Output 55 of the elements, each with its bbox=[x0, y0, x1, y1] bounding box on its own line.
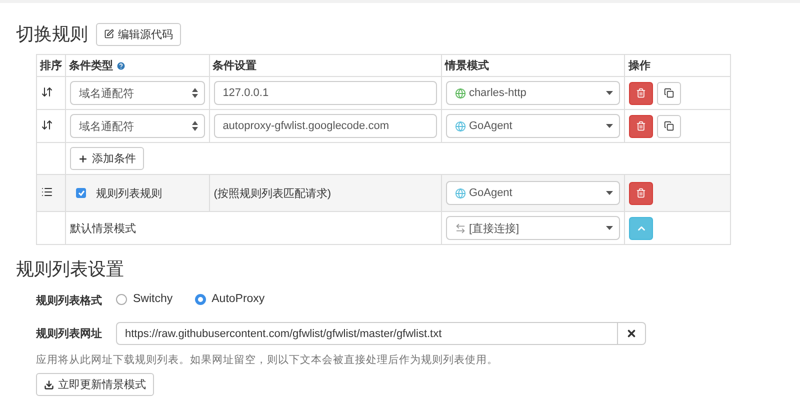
column-header: 操作 bbox=[624, 54, 730, 76]
clear-button[interactable] bbox=[618, 322, 646, 345]
radio-option[interactable]: Switchy bbox=[116, 293, 173, 306]
rule-list-label: 规则列表规则 bbox=[96, 186, 162, 200]
section-title: 规则列表设置 bbox=[16, 258, 124, 281]
radio-button[interactable] bbox=[116, 294, 127, 305]
trash-icon bbox=[636, 88, 646, 98]
field-label: 规则列表网址 bbox=[36, 326, 102, 341]
profile-select[interactable]: [直接连接] bbox=[446, 216, 620, 240]
edit-icon bbox=[104, 29, 114, 39]
delete-button[interactable] bbox=[629, 114, 654, 138]
add-condition-button[interactable]: 添加条件 bbox=[70, 147, 144, 170]
condition-input[interactable]: 127.0.0.1 bbox=[214, 81, 437, 105]
column-header: 排序 bbox=[36, 54, 66, 76]
caret-icon bbox=[606, 226, 614, 230]
caret-icon bbox=[606, 91, 614, 95]
trash-icon bbox=[636, 188, 646, 198]
profile-select[interactable]: charles-http bbox=[446, 81, 620, 105]
column-header: 条件类型 bbox=[66, 54, 210, 76]
sort-handle-icon[interactable] bbox=[41, 86, 53, 98]
duplicate-button[interactable] bbox=[657, 114, 682, 138]
condition-type-select[interactable]: 域名通配符 bbox=[70, 81, 205, 105]
sort-handle-icon[interactable] bbox=[41, 118, 53, 130]
condition-input[interactable]: autoproxy-gfwlist.googlecode.com bbox=[214, 114, 437, 138]
column-header: 条件设置 bbox=[209, 54, 442, 76]
caret-icon bbox=[606, 191, 614, 195]
radio-button[interactable] bbox=[194, 294, 206, 305]
plus-icon bbox=[78, 154, 88, 164]
up-down-caret-icon bbox=[192, 88, 198, 98]
caret-icon bbox=[606, 124, 614, 128]
up-down-caret-icon bbox=[192, 121, 198, 131]
duplicate-button[interactable] bbox=[657, 82, 682, 104]
close-icon bbox=[626, 328, 637, 339]
checkbox[interactable] bbox=[76, 188, 86, 198]
profile-select[interactable]: GoAgent bbox=[446, 181, 620, 205]
copy-icon bbox=[664, 121, 674, 131]
download-icon bbox=[44, 380, 54, 390]
url-input[interactable]: https://raw.githubusercontent.com/gfwlist/gfwlist/master/gfwlist.txt bbox=[116, 322, 618, 345]
column-header: 情景模式 bbox=[441, 54, 625, 76]
update-profile-button[interactable]: 立即更新情景模式 bbox=[36, 373, 154, 396]
section-title: 切换规则 bbox=[16, 23, 88, 46]
delete-button[interactable] bbox=[629, 182, 654, 204]
copy-icon bbox=[664, 88, 674, 98]
trash-icon bbox=[636, 121, 646, 131]
arrows-icon bbox=[454, 222, 466, 234]
field-label: 规则列表格式 bbox=[36, 294, 102, 308]
edit-source-button[interactable]: 编辑源代码 bbox=[96, 22, 181, 46]
help-text: 应用将从此网址下载规则列表。如果网址留空，则以下文本会被直接处理后作为规则列表使用。 bbox=[36, 353, 499, 367]
radio-option[interactable]: AutoProxy bbox=[194, 293, 265, 306]
help-icon[interactable] bbox=[116, 60, 126, 70]
delete-button[interactable] bbox=[629, 82, 654, 104]
condition-text: (按照规则列表匹配请求) bbox=[214, 188, 332, 200]
condition-type-select[interactable]: 域名通配符 bbox=[70, 114, 205, 138]
profile-select[interactable]: GoAgent bbox=[446, 114, 620, 138]
default-profile-label: 默认情景模式 bbox=[70, 222, 136, 234]
